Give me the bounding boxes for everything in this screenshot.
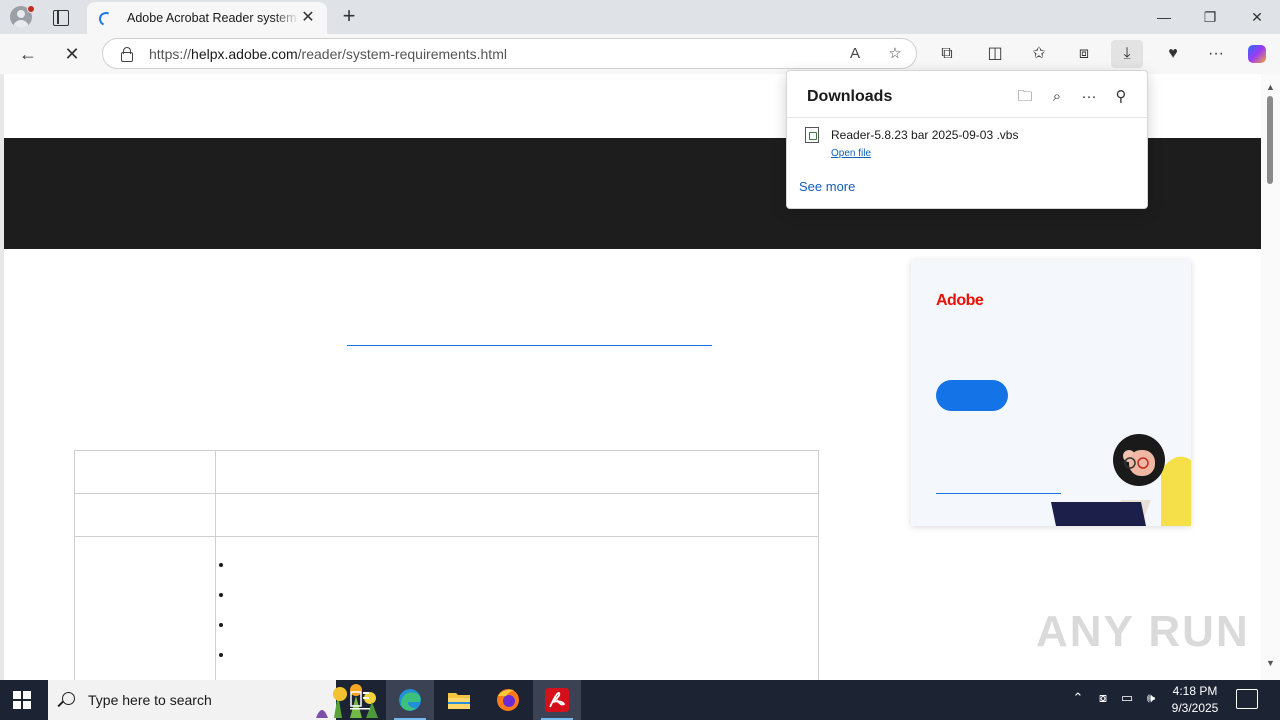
downloads-title: Downloads <box>807 88 893 105</box>
collections-icon[interactable]: ⧈ <box>1068 40 1100 68</box>
table-row <box>74 493 819 537</box>
table-cell <box>74 450 216 494</box>
table-cell <box>215 536 819 687</box>
taskbar-search-box[interactable]: Type here to search <box>48 680 378 720</box>
start-windows-icon[interactable] <box>13 691 31 709</box>
adobe-promo-card[interactable]: Adobe <box>911 260 1191 526</box>
illustration-person-laptop <box>1051 434 1191 526</box>
tab-strip: Adobe Acrobat Reader system requirements… <box>0 0 1280 34</box>
table-cell <box>215 450 819 494</box>
task-view-icon[interactable] <box>336 680 384 720</box>
open-file-link[interactable]: Open file <box>831 148 871 159</box>
network-icon[interactable]: ▭ <box>1116 690 1138 706</box>
list-item <box>234 617 818 647</box>
system-requirements-table <box>74 450 819 687</box>
windows-taskbar: Type here to search ⌃ ⧇ ▭ 🕪 4:18 PM 9/3/… <box>0 680 1280 720</box>
promo-link[interactable] <box>936 493 1061 494</box>
loading-favicon-icon <box>97 10 113 26</box>
pin-downloads-icon[interactable]: ⚲ <box>1109 85 1133 109</box>
search-placeholder: Type here to search <box>88 692 212 708</box>
downloads-panel: Downloads 🗀 ⌕ ··· ⚲ Reader-5.8.23 bar 20… <box>786 70 1148 209</box>
list-item <box>234 587 818 617</box>
list-item <box>234 647 818 677</box>
url-path: /reader/system-requirements.html <box>297 46 507 62</box>
table-row <box>74 450 819 494</box>
adobe-logo: Adobe <box>936 292 984 309</box>
scrollbar-thumb[interactable] <box>1267 96 1273 184</box>
site-info-lock-icon[interactable] <box>119 47 133 62</box>
settings-more-icon[interactable]: ··· <box>1200 40 1232 68</box>
firefox-icon[interactable] <box>484 680 532 720</box>
address-url[interactable]: https://helpx.adobe.com/reader/system-re… <box>149 46 507 62</box>
back-button[interactable]: ← <box>14 40 42 68</box>
show-hidden-icons-chevron-icon[interactable]: ⌃ <box>1067 690 1089 706</box>
browser-tab-active[interactable]: Adobe Acrobat Reader system requirements… <box>87 2 327 34</box>
taskbar-clock[interactable]: 4:18 PM 9/3/2025 <box>1164 683 1226 717</box>
anyrun-watermark: ANY RUN <box>1036 607 1250 656</box>
address-bar[interactable]: https://helpx.adobe.com/reader/system-re… <box>102 38 917 69</box>
tab-title: Adobe Acrobat Reader system requirements <box>127 11 299 25</box>
file-explorer-icon[interactable] <box>435 680 483 720</box>
extensions-icon[interactable]: ⧉ <box>931 40 963 68</box>
download-file-name[interactable]: Reader-5.8.23 bar 2025-09-03 .vbs <box>831 128 1018 142</box>
profile-notification-badge <box>27 5 35 13</box>
minimize-button[interactable]: — <box>1141 0 1187 34</box>
divider <box>787 117 1147 118</box>
new-tab-button[interactable]: + <box>338 5 360 27</box>
volume-speaker-icon[interactable]: 🕪 <box>1140 690 1162 706</box>
downloads-icon[interactable]: ⤓ <box>1111 40 1143 68</box>
browser-essentials-icon[interactable]: ♥ <box>1157 40 1189 68</box>
tab-close-icon[interactable]: ✕ <box>299 9 317 27</box>
scroll-up-arrow-icon[interactable]: ▲ <box>1265 82 1276 92</box>
clock-date: 9/3/2025 <box>1171 701 1219 715</box>
table-cell <box>74 536 216 687</box>
stop-loading-button[interactable]: ✕ <box>58 40 86 68</box>
navigation-bar: ← ✕ https://helpx.adobe.com/reader/syste… <box>0 34 1280 74</box>
page-scrollbar[interactable]: ▲ ▼ <box>1261 74 1280 680</box>
close-window-button[interactable]: ✕ <box>1234 0 1280 34</box>
see-more-link[interactable]: See more <box>799 179 855 194</box>
favorites-icon[interactable]: ✩ <box>1023 40 1055 68</box>
scroll-down-arrow-icon[interactable]: ▼ <box>1265 658 1276 668</box>
tab-actions-menu-icon[interactable] <box>48 5 72 29</box>
script-file-icon <box>805 127 819 143</box>
promo-cta-button[interactable] <box>936 380 1008 411</box>
table-row <box>74 536 819 687</box>
device-status-icon[interactable]: ⧇ <box>1092 690 1114 706</box>
downloads-more-options-icon[interactable]: ··· <box>1077 85 1101 109</box>
read-aloud-icon[interactable]: A <box>843 43 867 65</box>
table-cell <box>74 493 216 537</box>
open-downloads-folder-icon[interactable]: 🗀 <box>1013 85 1037 109</box>
list-item <box>234 557 818 587</box>
url-domain: helpx.adobe.com <box>191 46 298 62</box>
url-scheme: https:// <box>149 46 192 62</box>
split-screen-icon[interactable]: ◫ <box>979 40 1011 68</box>
search-downloads-icon[interactable]: ⌕ <box>1045 85 1069 109</box>
restore-button[interactable]: ❐ <box>1187 0 1233 34</box>
acrobat-reader-taskbar-icon[interactable] <box>533 680 581 720</box>
search-icon <box>62 692 75 705</box>
add-favorite-star-icon[interactable]: ☆ <box>883 43 907 65</box>
notification-center-icon[interactable] <box>1236 689 1258 709</box>
copilot-icon[interactable] <box>1241 40 1273 68</box>
requirements-list <box>216 537 818 677</box>
table-cell <box>215 493 819 537</box>
edge-taskbar-icon[interactable] <box>386 680 434 720</box>
content-link[interactable] <box>347 345 712 346</box>
clock-time: 4:18 PM <box>1172 684 1218 698</box>
